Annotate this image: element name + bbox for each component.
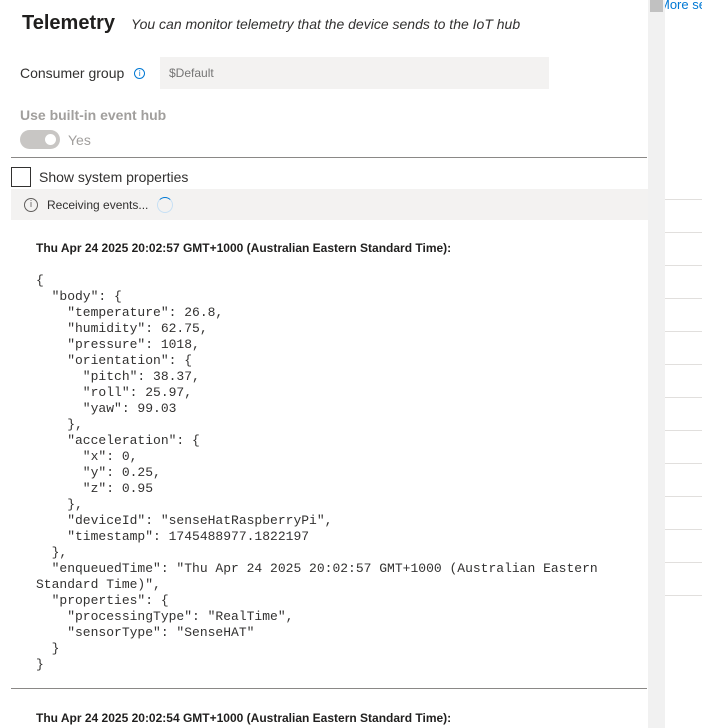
divider xyxy=(11,157,647,158)
row-divider xyxy=(665,331,702,332)
telemetry-pane: Telemetry You can monitor telemetry that… xyxy=(0,0,648,728)
system-properties-row: Show system properties xyxy=(11,167,188,187)
builtin-event-hub-toggle-row: Yes xyxy=(20,130,91,149)
system-properties-checkbox[interactable] xyxy=(11,167,31,187)
row-divider xyxy=(665,232,702,233)
row-divider xyxy=(665,265,702,266)
row-divider xyxy=(665,595,702,596)
row-divider xyxy=(665,364,702,365)
row-divider xyxy=(665,430,702,431)
vertical-scrollbar[interactable] xyxy=(648,0,665,728)
consumer-group-input[interactable] xyxy=(160,57,549,89)
loading-spinner-icon xyxy=(157,196,174,213)
row-divider xyxy=(665,562,702,563)
title-row: Telemetry You can monitor telemetry that… xyxy=(22,12,520,35)
row-divider xyxy=(665,463,702,464)
row-divider xyxy=(665,397,702,398)
builtin-event-hub-toggle[interactable] xyxy=(20,130,60,149)
info-icon: i xyxy=(24,197,38,212)
event-timestamp: Thu Apr 24 2025 20:02:57 GMT+1000 (Austr… xyxy=(36,241,452,255)
page-subtitle: You can monitor telemetry that the devic… xyxy=(131,16,521,32)
page-title: Telemetry xyxy=(22,12,116,34)
right-pane: More se xyxy=(665,0,702,728)
status-text: Receiving events... xyxy=(47,197,149,212)
divider xyxy=(11,688,647,689)
row-divider xyxy=(665,496,702,497)
status-bar: i Receiving events... xyxy=(11,189,648,220)
more-settings-link[interactable]: More se xyxy=(665,0,702,12)
builtin-event-hub-label: Use built-in event hub xyxy=(20,107,167,123)
scrollbar-thumb[interactable] xyxy=(650,0,663,12)
event-timestamp: Thu Apr 24 2025 20:02:54 GMT+1000 (Austr… xyxy=(36,711,452,725)
row-divider xyxy=(665,199,702,200)
event-json-body: { "body": { "temperature": 26.8, "humidi… xyxy=(36,273,598,672)
consumer-group-label: Consumer group xyxy=(20,65,125,81)
system-properties-label[interactable]: Show system properties xyxy=(39,169,188,185)
consumer-group-row: Consumer group i xyxy=(20,57,146,89)
toggle-state-label: Yes xyxy=(68,131,91,148)
row-divider xyxy=(665,529,702,530)
row-divider xyxy=(665,298,702,299)
toggle-knob xyxy=(45,134,56,145)
info-icon[interactable]: i xyxy=(134,67,146,79)
